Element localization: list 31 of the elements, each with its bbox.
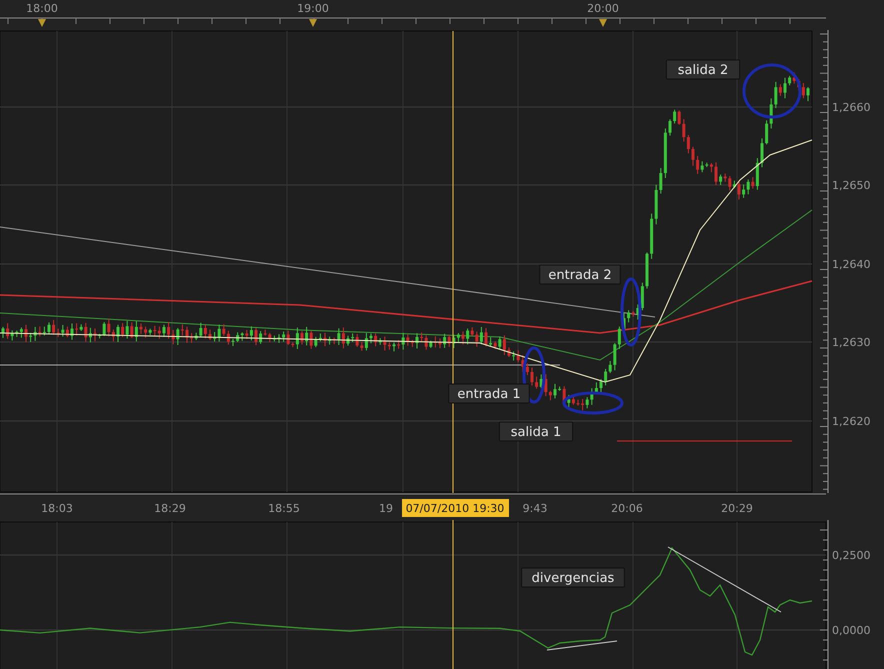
oscillator-axis-label: 0,2500	[832, 549, 870, 562]
highlight-ellipse	[620, 278, 642, 346]
axis-time-label: 9:43	[522, 502, 548, 515]
highlight-ellipse	[522, 346, 546, 404]
axis-time-label: 20:00	[587, 2, 619, 15]
axis-time-label: 18:55	[268, 502, 300, 515]
oscillator-axis-label: 0,0000	[832, 624, 870, 637]
axis-time-label: 18:29	[154, 502, 186, 515]
price-axis-label: 1,2630	[832, 336, 870, 349]
axis-time-label: 20:06	[611, 502, 643, 515]
time-marker-icon	[309, 19, 317, 27]
chart-annotation-label: divergencias	[521, 568, 625, 588]
chart-annotation-label: salida 2	[666, 60, 740, 80]
time-marker-icon	[599, 19, 607, 27]
price-axis-label: 1,2650	[832, 179, 870, 192]
axis-time-label: 18:00	[26, 2, 58, 15]
axis-time-label: 18:03	[41, 502, 73, 515]
price-axis-label: 1,2660	[832, 101, 870, 114]
highlight-ellipse	[562, 392, 624, 414]
price-axis-label: 1,2640	[832, 258, 870, 271]
axis-time-label: 19:00	[297, 2, 329, 15]
chart-annotation-label: entrada 1	[448, 384, 530, 404]
crosshair-date-tooltip: 07/07/2010 19:30	[402, 499, 509, 517]
divergence-line	[546, 640, 618, 650]
price-axis-label: 1,2620	[832, 415, 870, 428]
axis-time-label: 20:29	[721, 502, 753, 515]
chart-annotation-label: salida 1	[498, 422, 574, 442]
highlight-ellipse	[742, 64, 802, 118]
axis-time-label: 19	[379, 502, 393, 515]
chart-annotation-label: entrada 2	[539, 264, 621, 284]
time-marker-icon	[38, 19, 46, 27]
